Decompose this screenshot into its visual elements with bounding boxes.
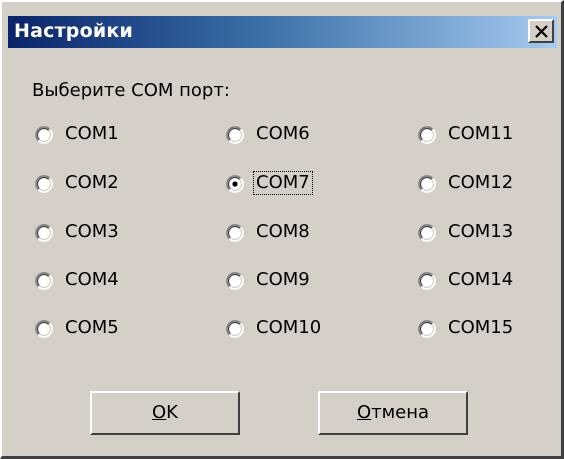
- radio-label: COM15: [448, 317, 514, 338]
- radio-label: COM2: [65, 172, 119, 193]
- radio-checked-icon: [226, 175, 244, 193]
- radio-label: COM4: [65, 269, 119, 290]
- radio-unchecked-icon: [226, 320, 244, 338]
- radio-label: COM9: [256, 269, 310, 290]
- radio-label: COM5: [65, 317, 119, 338]
- cancel-button[interactable]: Отмена: [318, 391, 468, 435]
- close-icon: [535, 25, 548, 38]
- radio-unchecked-icon: [418, 224, 436, 242]
- radio-unchecked-icon: [418, 272, 436, 290]
- radio-unchecked-icon: [418, 320, 436, 338]
- close-button[interactable]: [528, 19, 554, 43]
- radio-label: COM14: [448, 269, 514, 290]
- title-bar[interactable]: Настройки: [8, 16, 557, 48]
- radio-unchecked-icon: [226, 126, 244, 144]
- settings-dialog: Настройки Выберите COM порт: COM1 COM2 COM…: [0, 0, 564, 459]
- radio-label: COM3: [65, 221, 119, 242]
- ok-mnemonic: O: [152, 402, 167, 423]
- radio-unchecked-icon: [35, 224, 53, 242]
- ok-button[interactable]: OK: [90, 391, 240, 435]
- radio-unchecked-icon: [35, 320, 53, 338]
- radio-unchecked-icon: [35, 175, 53, 193]
- radio-unchecked-icon: [35, 126, 53, 144]
- ok-label-rest: K: [166, 402, 178, 423]
- com-port-prompt: Выберите COM порт:: [32, 80, 230, 101]
- radio-label: COM7: [253, 171, 313, 195]
- radio-label: COM11: [448, 123, 514, 144]
- radio-label: COM10: [256, 317, 322, 338]
- radio-unchecked-icon: [418, 126, 436, 144]
- cancel-label-rest: тмена: [371, 402, 430, 423]
- radio-unchecked-icon: [226, 272, 244, 290]
- radio-unchecked-icon: [35, 272, 53, 290]
- radio-unchecked-icon: [418, 175, 436, 193]
- radio-label: COM12: [448, 172, 514, 193]
- radio-label: COM13: [448, 221, 514, 242]
- radio-label: COM8: [256, 221, 310, 242]
- radio-unchecked-icon: [226, 224, 244, 242]
- radio-label: COM6: [256, 123, 310, 144]
- cancel-mnemonic: О: [356, 402, 372, 423]
- window-title: Настройки: [14, 20, 133, 42]
- radio-label: COM1: [65, 123, 119, 144]
